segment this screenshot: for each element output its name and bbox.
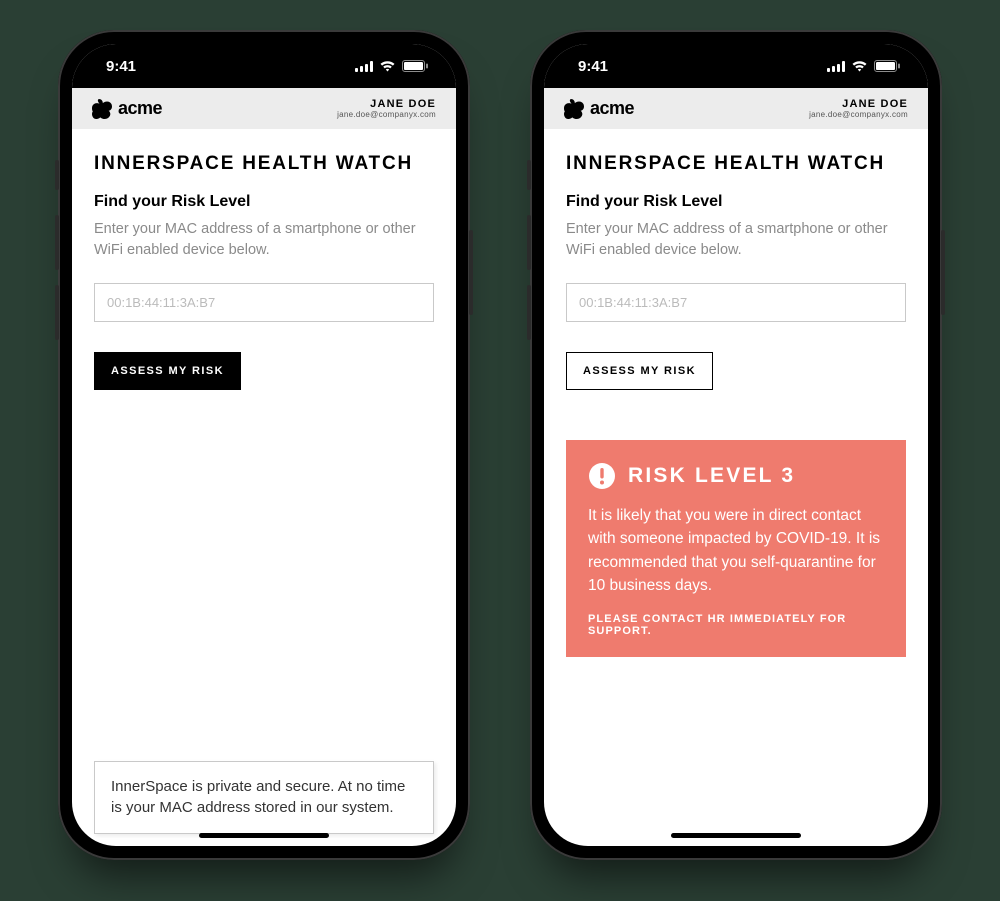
wifi-icon — [379, 60, 396, 72]
acme-logo-icon — [564, 99, 584, 119]
brand-name: acme — [118, 98, 162, 119]
wifi-icon — [851, 60, 868, 72]
home-indicator[interactable] — [199, 833, 329, 838]
status-time: 9:41 — [578, 58, 608, 75]
mac-address-input[interactable] — [94, 283, 434, 322]
phone-notch — [169, 44, 359, 72]
page-title: INNERSPACE HEALTH WATCH — [94, 153, 434, 175]
privacy-notice-card: InnerSpace is private and secure. At no … — [94, 761, 434, 835]
app-header: acme JANE DOE jane.doe@companyx.com — [72, 88, 456, 129]
user-email: jane.doe@companyx.com — [337, 110, 436, 119]
user-name: JANE DOE — [337, 98, 436, 110]
home-indicator[interactable] — [671, 833, 801, 838]
instructions-text: Enter your MAC address of a smartphone o… — [566, 219, 906, 261]
phone-notch — [641, 44, 831, 72]
acme-logo-icon — [92, 99, 112, 119]
brand-logo: acme — [564, 98, 634, 119]
battery-icon — [874, 60, 900, 72]
cellular-icon — [355, 61, 373, 72]
status-time: 9:41 — [106, 58, 136, 75]
alert-icon — [588, 462, 616, 490]
cellular-icon — [827, 61, 845, 72]
mac-address-input[interactable] — [566, 283, 906, 322]
assess-risk-button[interactable]: ASSESS MY RISK — [94, 352, 241, 390]
privacy-notice-text: InnerSpace is private and secure. At no … — [111, 778, 405, 817]
subheading: Find your Risk Level — [94, 193, 434, 211]
risk-contact-text: PLEASE CONTACT HR IMMEDIATELY FOR SUPPOR… — [588, 613, 884, 637]
battery-icon — [402, 60, 428, 72]
app-header: acme JANE DOE jane.doe@companyx.com — [544, 88, 928, 129]
user-info: JANE DOE jane.doe@companyx.com — [809, 98, 908, 119]
assess-risk-button[interactable]: ASSESS MY RISK — [566, 352, 713, 390]
brand-name: acme — [590, 98, 634, 119]
user-info: JANE DOE jane.doe@companyx.com — [337, 98, 436, 119]
instructions-text: Enter your MAC address of a smartphone o… — [94, 219, 434, 261]
risk-body-text: It is likely that you were in direct con… — [588, 504, 884, 597]
subheading: Find your Risk Level — [566, 193, 906, 211]
user-email: jane.doe@companyx.com — [809, 110, 908, 119]
risk-result-panel: RISK LEVEL 3 It is likely that you were … — [566, 440, 906, 657]
brand-logo: acme — [92, 98, 162, 119]
risk-level-title: RISK LEVEL 3 — [628, 464, 795, 488]
user-name: JANE DOE — [809, 98, 908, 110]
page-title: INNERSPACE HEALTH WATCH — [566, 153, 906, 175]
phone-frame: 9:41 acme JANE DOE jane.doe@companyx.com — [58, 30, 470, 860]
phone-frame: 9:41 acme JANE DOE jane.doe@companyx.com — [530, 30, 942, 860]
